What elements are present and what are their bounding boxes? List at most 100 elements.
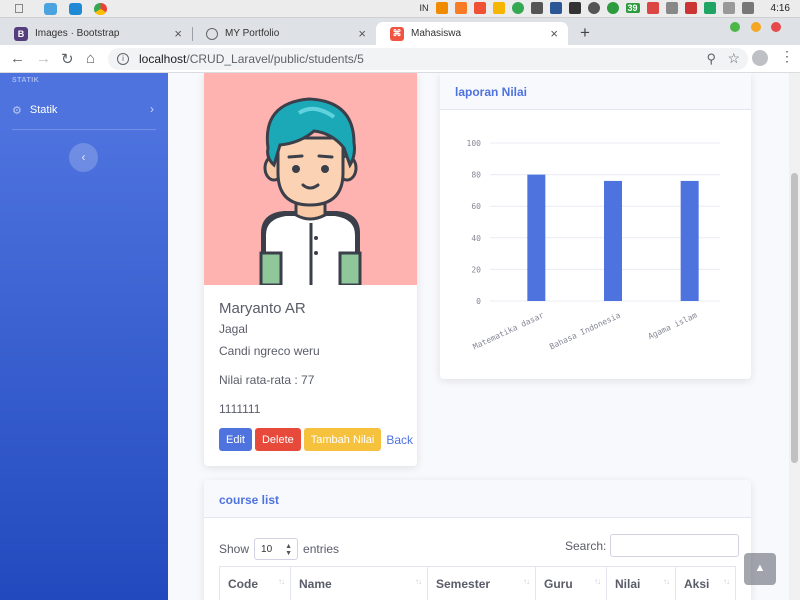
y-tick-label: 20 — [471, 265, 481, 274]
url-host: localhost — [139, 52, 187, 66]
sidebar-item-statik[interactable]: ⚙ Statik › — [12, 101, 156, 119]
course-list-title: course list — [219, 493, 280, 507]
chrome-status-icon[interactable] — [511, 2, 524, 14]
xampp-icon[interactable] — [454, 2, 467, 14]
y-tick-label: 60 — [471, 202, 481, 211]
y-tick-label: 40 — [471, 234, 481, 243]
column-header-code[interactable]: Code ↑↓ — [219, 566, 291, 600]
maximize-button[interactable] — [751, 22, 761, 32]
address-bar[interactable]: i localhost/CRUD_Laravel/public/students… — [108, 48, 748, 70]
grades-chart-card: laporan Nilai 0 20 40 60 80 100 Matematika das… — [440, 73, 751, 379]
column-label: Semester — [436, 577, 491, 591]
sidebar-toggle-button[interactable]: ‹ — [69, 143, 98, 172]
git-icon[interactable] — [473, 2, 486, 14]
column-header-name[interactable]: Name ↑↓ — [290, 566, 428, 600]
menu-bar-app-icons — [43, 2, 107, 15]
mail-icon[interactable] — [684, 2, 697, 14]
chrome-icon[interactable] — [93, 2, 107, 15]
vscode-icon[interactable] — [68, 2, 82, 15]
tab-images-bootstrap[interactable]: B Images · Bootstrap × — [0, 22, 192, 45]
tab-title: Mahasiswa — [411, 28, 462, 39]
clock[interactable]: 4:16 — [771, 3, 790, 14]
input-language[interactable]: IN — [420, 3, 429, 13]
course-list-card: course list Show 10 ▲ ▼ entries Search: C… — [204, 480, 751, 600]
column-header-semester[interactable]: Semester ↑↓ — [427, 566, 536, 600]
forward-arrow-icon[interactable]: → — [36, 50, 51, 67]
column-label: Name — [299, 577, 332, 591]
entries-select[interactable]: 10 ▲ ▼ — [254, 538, 299, 560]
minimize-button[interactable] — [730, 22, 740, 32]
edit-button[interactable]: Edit — [219, 428, 252, 451]
close-icon[interactable]: × — [358, 26, 366, 41]
student-address: Candi ngreco weru — [219, 344, 320, 358]
column-header-guru[interactable]: Guru ↑↓ — [535, 566, 607, 600]
notes-icon[interactable] — [665, 2, 678, 14]
search-input[interactable] — [610, 534, 740, 557]
x-tick-label: Bahasa Indonesia — [548, 311, 622, 352]
column-label: Nilai — [615, 577, 641, 591]
entries-label: entries — [303, 542, 340, 556]
screen-icon[interactable] — [549, 2, 562, 14]
globe-icon — [206, 27, 218, 40]
student-average: Nilai rata-rata : 77 — [219, 373, 315, 387]
more-menu-icon[interactable]: ⋮ — [780, 49, 794, 63]
back-arrow-icon[interactable]: ← — [10, 50, 25, 67]
zoom-icon[interactable]: ⚲ — [706, 51, 716, 67]
bar — [527, 174, 546, 301]
reload-icon[interactable]: ↻ — [61, 50, 74, 68]
back-link[interactable]: Back — [386, 433, 413, 447]
column-label: Code — [228, 577, 258, 591]
tab-mahasiswa[interactable]: ⌘ Mahasiswa × — [376, 22, 568, 45]
browser-toolbar: ← → ↻ ⌂ i localhost/CRUD_Laravel/public/… — [0, 45, 800, 73]
new-tab-button[interactable]: + — [574, 22, 596, 44]
app-status-icon[interactable] — [646, 2, 659, 14]
student-profile-card: Maryanto AR Jagal Candi ngreco weru Nila… — [204, 73, 417, 466]
display-icon[interactable] — [568, 2, 581, 14]
drive-icon[interactable] — [703, 2, 716, 14]
finder-icon[interactable] — [43, 2, 57, 15]
scrollbar-thumb[interactable] — [791, 173, 798, 463]
y-tick-label: 80 — [471, 171, 481, 180]
shield-check-icon[interactable] — [606, 2, 619, 14]
laravel-icon: ⌘ — [390, 26, 404, 41]
apple-icon[interactable]:  — [14, 1, 24, 16]
x-tick-label: Agama islam — [647, 311, 699, 342]
sketch-icon[interactable] — [492, 2, 505, 14]
home-icon[interactable]: ⌂ — [86, 50, 95, 67]
bookmark-star-icon[interactable]: ☆ — [727, 50, 740, 67]
clock-status-icon[interactable] — [587, 2, 600, 14]
battery-badge[interactable]: 39 — [625, 3, 640, 13]
y-tick-label: 100 — [467, 139, 482, 148]
profile-avatar[interactable] — [752, 50, 768, 66]
y-tick-label: 0 — [476, 297, 481, 306]
column-header-nilai[interactable]: Nilai ↑↓ — [606, 566, 676, 600]
gear-icon: ⚙ — [12, 104, 22, 117]
scroll-to-top-button[interactable]: ▲ — [744, 553, 776, 585]
chart-card-header: laporan Nilai — [440, 73, 751, 110]
volume-icon[interactable] — [530, 2, 543, 14]
sidebar-item-label: Statik — [29, 104, 58, 116]
close-window-button[interactable] — [771, 22, 781, 32]
sort-icon: ↑↓ — [523, 577, 530, 586]
close-icon[interactable]: × — [174, 26, 182, 41]
info-icon[interactable]: i — [117, 53, 129, 65]
speaker-icon[interactable] — [741, 2, 754, 14]
avatar-svg — [259, 97, 362, 285]
sort-icon: ↑↓ — [594, 577, 601, 586]
sort-icon: ↑↓ — [278, 577, 285, 586]
vlc-icon[interactable] — [435, 2, 448, 14]
page-scrollbar[interactable] — [789, 73, 800, 600]
delete-button[interactable]: Delete — [254, 428, 301, 451]
tab-my-portfolio[interactable]: MY Portfolio × — [192, 22, 376, 45]
browser-tab-strip: B Images · Bootstrap × MY Portfolio × ⌘ … — [0, 18, 800, 45]
column-header-aksi[interactable]: Aksi ↑↓ — [675, 566, 736, 600]
wifi-icon[interactable] — [722, 2, 735, 14]
sidebar: STATIK ⚙ Statik › ‹ — [0, 73, 168, 600]
bootstrap-icon: B — [14, 26, 28, 41]
sidebar-heading: STATIK — [12, 77, 40, 84]
sidebar-divider — [12, 129, 156, 130]
bar — [604, 180, 622, 301]
tambah-nilai-button[interactable]: Tambah Nilai — [303, 428, 382, 451]
close-icon[interactable]: × — [550, 26, 558, 41]
student-avatar-illustration — [204, 73, 417, 285]
